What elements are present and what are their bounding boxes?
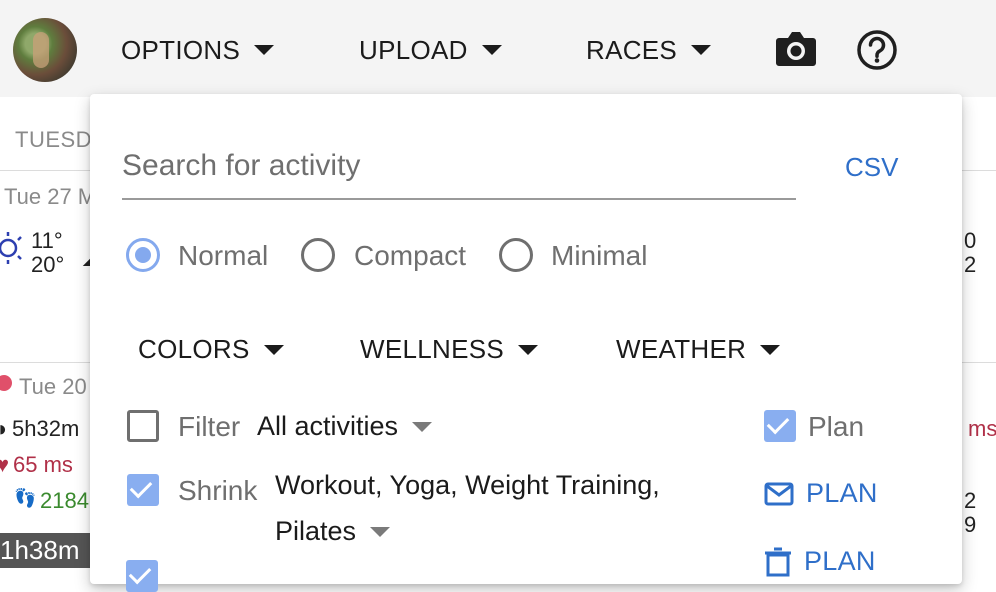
shrink-label: Shrink [178,475,258,506]
radio-minimal[interactable] [499,238,533,272]
footsteps-icon: 👣 [14,488,37,508]
email-plan-label: PLAN [806,478,878,508]
activity-bar-time: 1h38m [0,535,80,565]
shrink-activity-line2: Pilates [275,516,357,546]
wellness-menu-button[interactable]: WELLNESS [360,334,539,365]
weather-menu-button[interactable]: WEATHER [616,334,781,365]
upload-menu-label: UPLOAD [359,34,468,65]
email-icon [764,482,794,505]
weather-sun-icon [0,232,22,264]
search-input[interactable]: Search for activity [122,144,796,200]
filter-label: Filter [178,411,241,442]
duration-value: 5h32m [12,416,80,441]
caret-down-icon [760,344,781,355]
filter-checkbox[interactable] [127,410,159,442]
races-menu-label: RACES [586,34,678,65]
caret-down-icon [370,526,391,537]
caret-down-icon [481,45,502,55]
search-placeholder: Search for activity [122,149,361,182]
radio-normal-label: Normal [178,240,269,271]
delete-plan-button[interactable]: PLAN [764,546,876,577]
radio-normal[interactable] [126,238,160,272]
day1-date: Tue 27 M [4,184,97,209]
right-digit: 2 [964,488,977,513]
filter-activity-select[interactable]: All activities [257,411,433,442]
options-menu-button[interactable]: OPTIONS [121,32,275,68]
day2-date: Tue 20 [19,374,87,399]
options-dropdown-panel: Search for activity CSV Normal Compact M… [90,94,962,592]
weather-menu-label: WEATHER [616,334,747,364]
caret-down-icon [691,45,712,55]
caret-down-icon [412,421,433,432]
camera-icon[interactable] [775,28,817,68]
top-app-bar: OPTIONS UPLOAD RACES [0,0,996,97]
activity-bar[interactable]: 1h38m [0,533,92,568]
shrink-checkbox[interactable] [127,474,159,506]
status-dot [0,375,12,391]
radio-minimal-label: Minimal [551,240,648,271]
upload-menu-button[interactable]: UPLOAD [359,32,502,68]
right-digit: 9 [964,512,977,537]
plan-checkbox[interactable] [764,410,796,442]
next-checkbox[interactable] [126,560,158,592]
caret-down-icon [263,344,284,355]
wind-arrow-icon: ◢ [80,246,90,266]
avatar[interactable] [13,18,77,82]
email-plan-button[interactable]: PLAN [764,478,878,509]
wellness-menu-label: WELLNESS [360,334,505,364]
csv-button[interactable]: CSV [845,152,898,183]
radio-compact[interactable] [301,238,335,272]
caret-down-icon [254,45,275,55]
right-digit: 2 [964,252,977,277]
temp-low: 20° [31,252,65,277]
shrink-activity-select[interactable]: Pilates [275,516,391,547]
shrink-activity-line1[interactable]: Workout, Yoga, Weight Training, [275,470,660,501]
help-icon[interactable] [856,29,898,71]
right-digit: 0 [964,228,977,253]
heart-icon: ♥ [0,452,10,477]
delete-plan-label: PLAN [804,546,876,576]
duration-icon: ◗ [0,416,10,441]
colors-menu-label: COLORS [138,334,250,364]
caret-down-icon [518,344,539,355]
temp-high: 11° [31,228,63,253]
colors-menu-button[interactable]: COLORS [138,334,284,365]
radio-compact-label: Compact [354,240,467,271]
right-ms: ms [968,416,996,441]
options-menu-label: OPTIONS [121,34,241,65]
plan-label: Plan [808,411,865,442]
races-menu-button[interactable]: RACES [586,32,712,68]
filter-activity-value: All activities [257,411,399,441]
steps-value: 2184 [40,488,89,513]
trash-icon [765,547,791,576]
hrv-value: 65 ms [13,452,73,477]
